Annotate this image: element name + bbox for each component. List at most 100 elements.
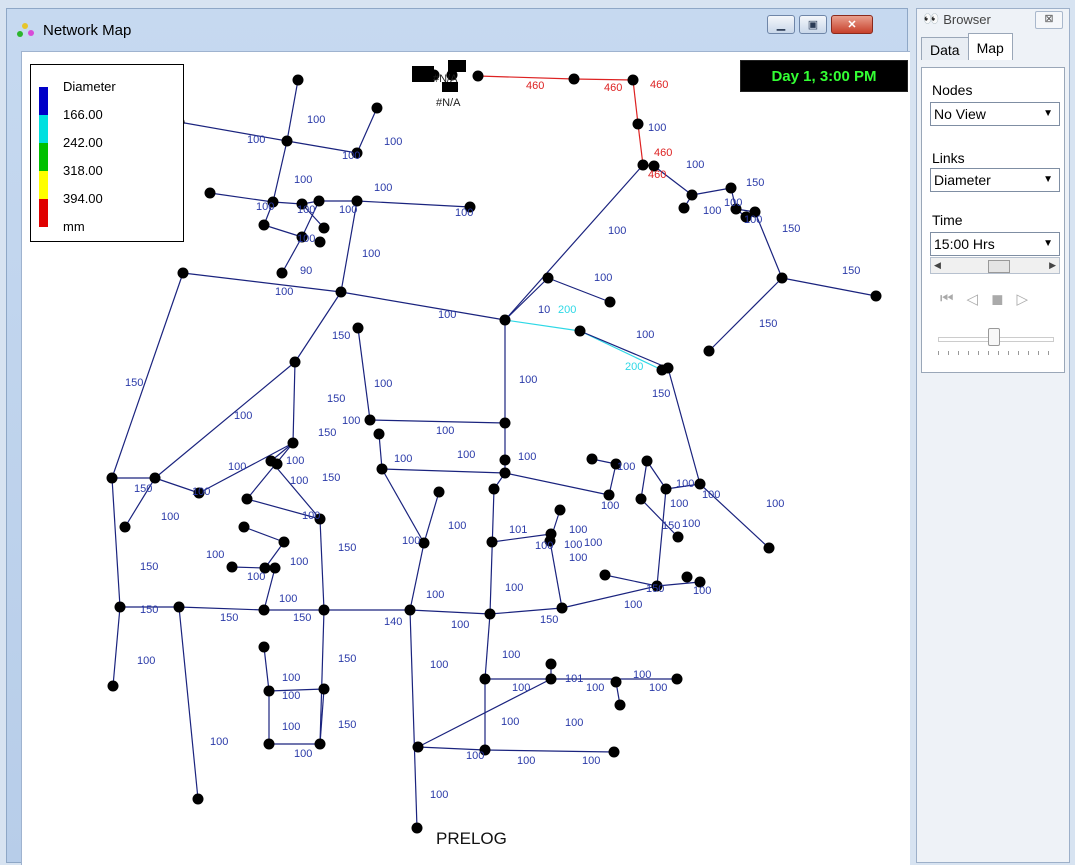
reservoir-node[interactable] xyxy=(412,66,434,82)
junction-node[interactable] xyxy=(703,345,715,357)
junction-node[interactable] xyxy=(263,738,275,750)
maximize-button[interactable]: ▣ xyxy=(799,15,827,34)
pipe[interactable] xyxy=(182,272,342,293)
tab-data[interactable]: Data xyxy=(921,37,969,60)
junction-node[interactable] xyxy=(318,222,330,234)
time-scrollbar[interactable]: ◀ ▶ xyxy=(930,257,1060,274)
step-back-icon[interactable]: ◁ xyxy=(967,290,979,308)
junction-node[interactable] xyxy=(599,569,611,581)
junction-node[interactable] xyxy=(574,325,586,337)
junction-node[interactable] xyxy=(318,604,330,616)
junction-node[interactable] xyxy=(177,267,189,279)
junction-node[interactable] xyxy=(292,74,304,86)
pipe[interactable] xyxy=(708,277,783,352)
scroll-left-icon[interactable]: ◀ xyxy=(934,258,941,273)
pipe[interactable] xyxy=(579,330,669,369)
junction-node[interactable] xyxy=(542,272,554,284)
scroll-right-icon[interactable]: ▶ xyxy=(1049,258,1056,273)
junction-node[interactable] xyxy=(433,486,445,498)
stop-icon[interactable]: ◼ xyxy=(991,290,1003,308)
junction-node[interactable] xyxy=(226,561,238,573)
pipe[interactable] xyxy=(286,79,299,142)
pipe[interactable] xyxy=(111,272,184,479)
junction-node[interactable] xyxy=(586,453,598,465)
junction-node[interactable] xyxy=(604,296,616,308)
junction-node[interactable] xyxy=(479,673,491,685)
browser-close-button[interactable]: ⊠ xyxy=(1035,11,1063,29)
pipe[interactable] xyxy=(243,526,285,543)
junction-node[interactable] xyxy=(614,699,626,711)
junction-node[interactable] xyxy=(686,189,698,201)
junction-node[interactable] xyxy=(488,483,500,495)
pipe[interactable] xyxy=(369,419,506,424)
junction-node[interactable] xyxy=(672,531,684,543)
junction-node[interactable] xyxy=(554,504,566,516)
junction-node[interactable] xyxy=(486,536,498,548)
time-select[interactable]: 15:00 Hrs ▼ xyxy=(930,232,1060,256)
pipe[interactable] xyxy=(178,121,288,142)
junction-node[interactable] xyxy=(373,428,385,440)
junction-node[interactable] xyxy=(258,604,270,616)
junction-node[interactable] xyxy=(499,417,511,429)
junction-node[interactable] xyxy=(484,608,496,620)
junction-node[interactable] xyxy=(192,793,204,805)
junction-node[interactable] xyxy=(725,182,737,194)
junction-node[interactable] xyxy=(335,286,347,298)
junction-node[interactable] xyxy=(352,322,364,334)
junction-node[interactable] xyxy=(662,362,674,374)
pipe[interactable] xyxy=(489,488,495,615)
junction-node[interactable] xyxy=(671,673,683,685)
junction-node[interactable] xyxy=(281,135,293,147)
pipe[interactable] xyxy=(781,277,877,297)
pipe[interactable] xyxy=(357,327,371,421)
pipe-large[interactable] xyxy=(637,123,644,166)
junction-node[interactable] xyxy=(499,467,511,479)
junction-node[interactable] xyxy=(678,202,690,214)
pipe[interactable] xyxy=(409,609,491,615)
junction-node[interactable] xyxy=(149,472,161,484)
pipe[interactable] xyxy=(263,567,276,611)
nodes-select[interactable]: No View ▼ xyxy=(930,102,1060,126)
close-button[interactable]: ✕ xyxy=(831,15,873,34)
pipe-large[interactable] xyxy=(632,79,639,125)
pipe[interactable] xyxy=(484,613,491,680)
junction-node[interactable] xyxy=(263,685,275,697)
tab-map[interactable]: Map xyxy=(967,33,1013,60)
junction-node[interactable] xyxy=(870,290,882,302)
pipe-large[interactable] xyxy=(477,75,575,80)
junction-node[interactable] xyxy=(119,521,131,533)
junction-node[interactable] xyxy=(318,683,330,695)
junction-node[interactable] xyxy=(204,187,216,199)
junction-node[interactable] xyxy=(364,414,376,426)
junction-node[interactable] xyxy=(681,571,693,583)
junction-node[interactable] xyxy=(499,314,511,326)
map-canvas[interactable]: 460 460 460 100 460 460 100 100 100 100 100 100 100 1… xyxy=(21,51,910,865)
pipe[interactable] xyxy=(504,319,581,332)
junction-node[interactable] xyxy=(276,267,288,279)
junction-node[interactable] xyxy=(499,454,511,466)
junction-node[interactable] xyxy=(641,455,653,467)
junction-node[interactable] xyxy=(627,74,639,86)
slider-knob[interactable] xyxy=(988,328,1000,346)
junction-node[interactable] xyxy=(269,562,281,574)
junction-node[interactable] xyxy=(556,602,568,614)
pipe[interactable] xyxy=(272,140,288,203)
pipe[interactable] xyxy=(356,200,471,208)
junction-node[interactable] xyxy=(411,822,423,834)
pipe[interactable] xyxy=(294,291,342,363)
pipe[interactable] xyxy=(340,291,506,321)
junction-node[interactable] xyxy=(314,236,326,248)
pipe[interactable] xyxy=(381,468,506,474)
pipe[interactable] xyxy=(409,609,418,829)
junction-node[interactable] xyxy=(568,73,580,85)
junction-node[interactable] xyxy=(763,542,775,554)
junction-node[interactable] xyxy=(545,673,557,685)
reservoir-node[interactable] xyxy=(448,60,466,72)
junction-node[interactable] xyxy=(472,70,484,82)
pipe[interactable] xyxy=(484,749,615,753)
junction-node[interactable] xyxy=(106,472,118,484)
junction-node[interactable] xyxy=(107,680,119,692)
pipe[interactable] xyxy=(640,460,648,500)
pipe[interactable] xyxy=(504,472,610,496)
pipe[interactable] xyxy=(111,477,121,608)
